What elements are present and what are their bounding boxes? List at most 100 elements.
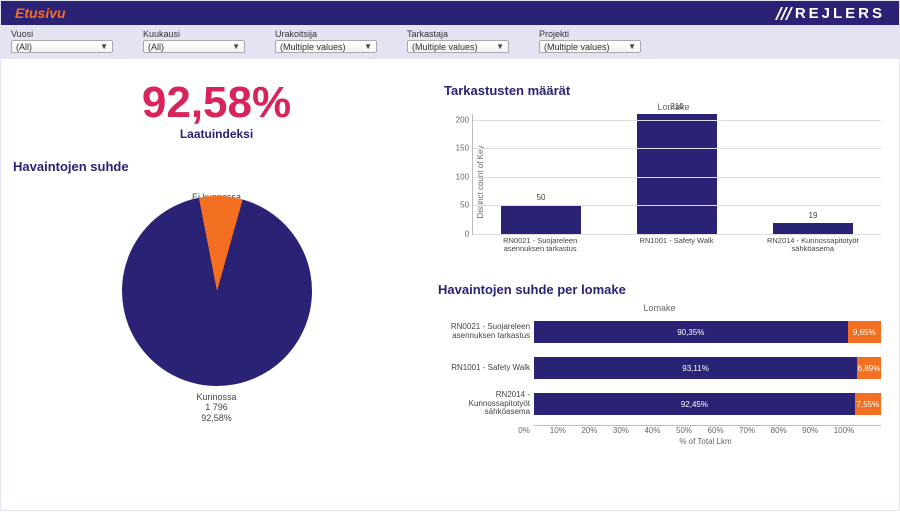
gridline: [473, 148, 881, 149]
bar-group: 50 210 19: [473, 114, 881, 234]
bar-column: 210: [626, 114, 728, 234]
y-tick: 50: [451, 201, 469, 210]
hbar-chart: Lomake RN0021 - Suojareleen asennuksen t…: [438, 303, 881, 446]
x-tick: 10%: [550, 426, 582, 435]
kpi-laatuindeksi: 92,58% Laatuindeksi: [13, 81, 420, 141]
pie-chart: Ei kunnossa 144 7,42% Kunnossa 1 796 92,…: [57, 196, 377, 386]
hbar-subtitle: Lomake: [438, 303, 881, 313]
filter-select-urakoitsija[interactable]: (Multiple values) ▼: [275, 40, 377, 53]
hbar-row: RN2014 - Kunnossapitotyöt sähköasema92,4…: [438, 389, 881, 419]
brand-logo: REJLERS: [778, 5, 885, 22]
hbar-segment: 7,55%: [855, 393, 881, 415]
hbar-rows: RN0021 - Suojareleen asennuksen tarkastu…: [438, 317, 881, 419]
x-tick: 40%: [644, 426, 676, 435]
filter-vuosi: Vuosi (All) ▼: [11, 29, 113, 53]
filter-value: (All): [148, 42, 164, 52]
bar: 19: [773, 223, 853, 234]
filter-urakoitsija: Urakoitsija (Multiple values) ▼: [275, 29, 377, 53]
logo-stripes-icon: [778, 7, 790, 20]
right-column: Tarkastusten määrät Distinct count of Ke…: [432, 59, 899, 512]
chevron-down-icon: ▼: [496, 42, 504, 51]
filter-value: (Multiple values): [280, 42, 346, 52]
top-bar: Etusivu REJLERS: [1, 1, 899, 25]
x-tick: 90%: [802, 426, 834, 435]
chevron-down-icon: ▼: [100, 42, 108, 51]
logo-text: REJLERS: [795, 5, 885, 22]
x-tick: 60%: [708, 426, 740, 435]
page-title: Etusivu: [15, 5, 66, 21]
hbar-track: 90,35%9,65%: [534, 321, 881, 343]
gridline: [473, 205, 881, 206]
dashboard-body: 92,58% Laatuindeksi Havaintojen suhde Ei…: [1, 59, 899, 512]
y-tick: 150: [451, 144, 469, 153]
filter-select-projekti[interactable]: (Multiple values) ▼: [539, 40, 641, 53]
chevron-down-icon: ▼: [364, 42, 372, 51]
pie-legend-kunnossa: Kunnossa 1 796 92,58%: [197, 392, 237, 424]
filter-label: Vuosi: [11, 29, 113, 39]
filter-projekti: Projekti (Multiple values) ▼: [539, 29, 641, 53]
bar: 210: [637, 114, 717, 234]
bar-plot-area: 5021019 050100150200: [472, 114, 881, 235]
filter-select-tarkastaja[interactable]: (Multiple values) ▼: [407, 40, 509, 53]
filter-value: (Multiple values): [412, 42, 478, 52]
filter-select-vuosi[interactable]: (All) ▼: [11, 40, 113, 53]
filter-label: Projekti: [539, 29, 641, 39]
chevron-down-icon: ▼: [232, 42, 240, 51]
bar-value-label: 50: [501, 193, 581, 202]
bar-column: 19: [762, 114, 864, 234]
y-tick: 0: [451, 230, 469, 239]
hbar-category-label: RN1001 - Safety Walk: [438, 364, 534, 373]
x-tick: 70%: [739, 426, 771, 435]
x-tick: 100%: [834, 426, 866, 435]
section-title-pie: Havaintojen suhde: [13, 159, 420, 174]
hbar-category-label: RN0021 - Suojareleen asennuksen tarkastu…: [438, 323, 534, 341]
section-title-hbar: Havaintojen suhde per lomake: [438, 282, 881, 297]
chevron-down-icon: ▼: [628, 42, 636, 51]
x-tick: 0%: [518, 426, 550, 435]
hbar-segment: 9,65%: [848, 321, 881, 343]
bar-value-label: 210: [637, 102, 717, 111]
hbar-track: 93,11%6,89%: [534, 357, 881, 379]
gridline: [473, 120, 881, 121]
hbar-x-axis: 0%10%20%30%40%50%60%70%80%90%100%: [534, 425, 881, 435]
bar-x-categories: RN0021 - Suojareleen asennuksen tarkastu…: [472, 235, 881, 259]
bar-chart: Distinct count of Key Lomake 5021019 050…: [466, 102, 881, 262]
kpi-label: Laatuindeksi: [13, 127, 420, 141]
x-category-label: RN0021 - Suojareleen asennuksen tarkastu…: [489, 237, 591, 259]
hbar-xlabel: % of Total Lkm: [530, 437, 881, 446]
x-tick: 80%: [771, 426, 803, 435]
y-tick: 200: [451, 115, 469, 124]
hbar-category-label: RN2014 - Kunnossapitotyöt sähköasema: [438, 391, 534, 417]
filter-tarkastaja: Tarkastaja (Multiple values) ▼: [407, 29, 509, 53]
filter-select-kuukausi[interactable]: (All) ▼: [143, 40, 245, 53]
hbar-row: RN1001 - Safety Walk93,11%6,89%: [438, 353, 881, 383]
filter-label: Tarkastaja: [407, 29, 509, 39]
filter-label: Urakoitsija: [275, 29, 377, 39]
filter-value: (Multiple values): [544, 42, 610, 52]
hbar-segment: 93,11%: [534, 357, 857, 379]
hbar-segment: 6,89%: [857, 357, 881, 379]
bar-value-label: 19: [773, 211, 853, 220]
x-category-label: RN2014 - Kunnossapitotyöt sähköasema: [762, 237, 864, 259]
bar: 50: [501, 205, 581, 234]
pie-icon: [105, 180, 328, 403]
bar-column: 50: [490, 114, 592, 234]
filter-label: Kuukausi: [143, 29, 245, 39]
x-tick: 50%: [676, 426, 708, 435]
gridline: [473, 177, 881, 178]
filter-value: (All): [16, 42, 32, 52]
hbar-segment: 92,45%: [534, 393, 855, 415]
hbar-track: 92,45%7,55%: [534, 393, 881, 415]
kpi-value: 92,58%: [13, 81, 420, 125]
x-category-label: RN1001 - Safety Walk: [625, 237, 727, 259]
gridline: [473, 234, 881, 235]
x-tick: 30%: [613, 426, 645, 435]
y-tick: 100: [451, 172, 469, 181]
x-tick: 20%: [581, 426, 613, 435]
hbar-row: RN0021 - Suojareleen asennuksen tarkastu…: [438, 317, 881, 347]
hbar-segment: 90,35%: [534, 321, 847, 343]
filter-kuukausi: Kuukausi (All) ▼: [143, 29, 245, 53]
left-column: 92,58% Laatuindeksi Havaintojen suhde Ei…: [1, 59, 432, 512]
filters-bar: Vuosi (All) ▼ Kuukausi (All) ▼ Urakoitsi…: [1, 25, 899, 59]
section-title-bar: Tarkastusten määrät: [438, 71, 668, 98]
